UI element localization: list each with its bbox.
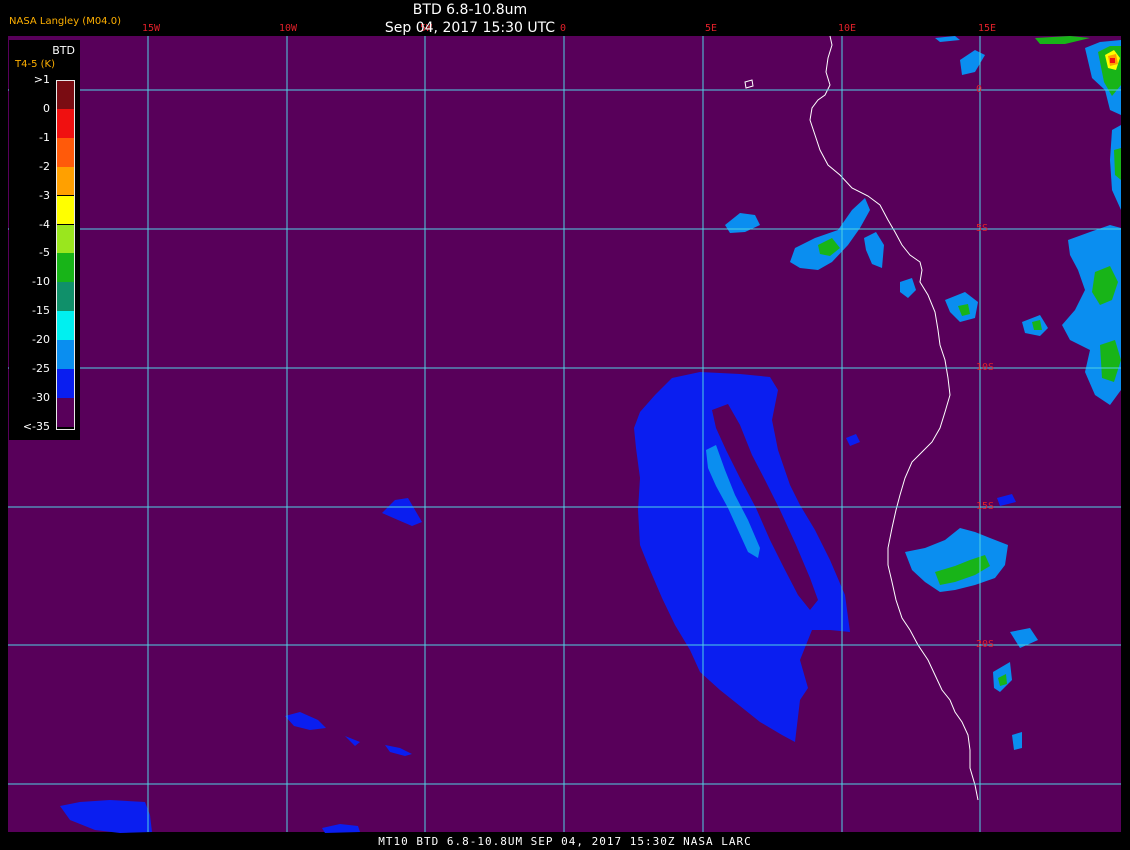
lat-label-10s: 10S bbox=[976, 362, 995, 373]
legend-label: -20 bbox=[32, 333, 50, 347]
legend-label: -1 bbox=[39, 130, 50, 144]
legend-label: -4 bbox=[39, 217, 50, 231]
cloud-cluster-far-east-top-red bbox=[1110, 58, 1115, 63]
btd-map bbox=[8, 35, 1121, 833]
legend-label: -3 bbox=[39, 188, 50, 202]
lat-label-15s: 15S bbox=[976, 501, 995, 512]
legend-label: 0 bbox=[43, 101, 50, 115]
image-title: BTD 6.8-10.8um bbox=[412, 2, 528, 18]
image-datetime: Sep 04, 2017 15:30 UTC bbox=[384, 20, 556, 36]
legend-subtitle: T4-5 (K) bbox=[15, 59, 55, 70]
lat-label-0: 0 bbox=[976, 84, 983, 95]
legend-label: -15 bbox=[32, 304, 50, 318]
product-tag: NASA Langley (M04.0) bbox=[9, 16, 121, 27]
color-legend: BTD T4-5 (K) >1 0 -1 -2 -3 -4 -5 -10 -15 -20 -25 -3… bbox=[9, 40, 80, 440]
legend-label: <-35 bbox=[22, 419, 50, 433]
legend-label: >1 bbox=[33, 73, 50, 86]
legend-label: -10 bbox=[32, 275, 50, 289]
footer-caption: MT10 BTD 6.8-10.8UM SEP 04, 2017 15:30Z … bbox=[378, 835, 752, 848]
legend-label: -25 bbox=[32, 362, 50, 375]
legend-label: -5 bbox=[39, 246, 50, 260]
legend-label: -30 bbox=[32, 390, 50, 404]
lon-label-15e: 15E bbox=[978, 23, 997, 34]
lat-label-20s: 20S bbox=[976, 639, 995, 650]
lat-label-5s: 5S bbox=[976, 223, 989, 234]
satellite-image-viewer: 15W 10W 5W 0 5E 10E 15E 0 5S 10S 15S 20S… bbox=[0, 0, 1130, 850]
legend-title: BTD bbox=[52, 44, 75, 57]
legend-label: -2 bbox=[39, 159, 50, 173]
legend-frame bbox=[56, 80, 75, 430]
